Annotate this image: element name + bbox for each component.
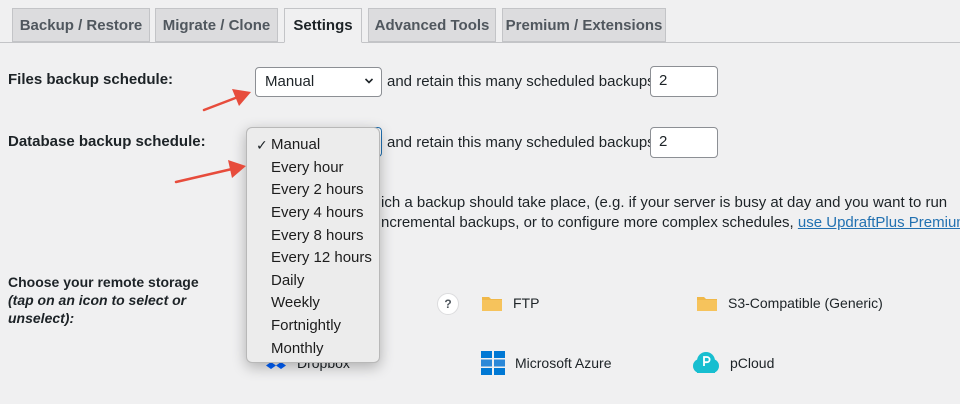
arrow-icon — [174, 160, 246, 184]
annotation-arrows — [174, 89, 251, 184]
arrow-icon — [202, 89, 251, 112]
